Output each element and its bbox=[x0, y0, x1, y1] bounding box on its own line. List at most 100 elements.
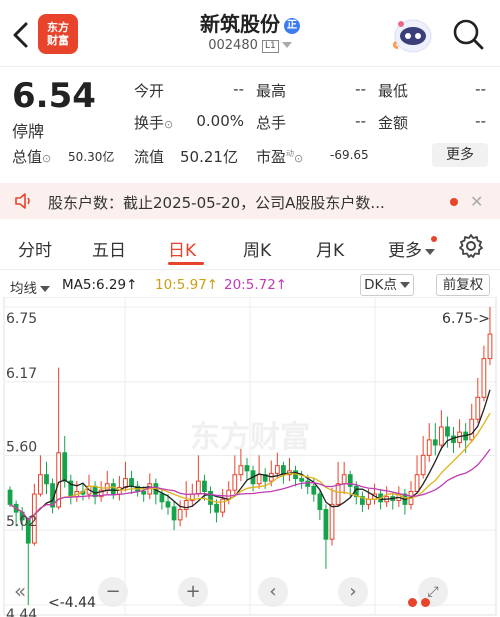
total-cap-label: 总值⊙ bbox=[12, 148, 52, 166]
candle-body bbox=[299, 478, 305, 482]
official-badge: 正 bbox=[284, 18, 300, 34]
candle-body bbox=[311, 485, 317, 495]
candle-body bbox=[341, 474, 347, 485]
tab-weekly-k[interactable]: 周K bbox=[243, 236, 271, 261]
candle-body bbox=[366, 498, 371, 505]
candle-body bbox=[238, 465, 244, 476]
low-value: -- bbox=[475, 80, 486, 98]
candle-body bbox=[195, 480, 201, 495]
candle-body bbox=[110, 483, 116, 495]
more-button[interactable]: 更多 bbox=[432, 143, 488, 167]
candle-body bbox=[177, 509, 183, 521]
candle-body bbox=[335, 483, 341, 505]
pe-label: 市盈动⊙ bbox=[256, 148, 304, 166]
candle-body bbox=[226, 489, 232, 500]
candle-body bbox=[171, 506, 177, 521]
candle-body bbox=[432, 439, 438, 446]
indicator-dot bbox=[408, 598, 417, 607]
ma5-value: MA5:6.29↑ bbox=[62, 277, 138, 293]
y-axis-label: 6.17 bbox=[6, 366, 37, 382]
amount-value: -- bbox=[475, 112, 486, 130]
divider bbox=[0, 269, 500, 270]
ma10-value: 10:5.97↑ bbox=[155, 277, 219, 293]
dropdown-icon bbox=[281, 42, 292, 48]
adjust-button[interactable]: 前复权 bbox=[436, 274, 490, 296]
current-price: 6.54 bbox=[12, 76, 96, 116]
stock-title: 新筑股份正 bbox=[150, 8, 350, 37]
rewind-icon[interactable]: « bbox=[14, 579, 26, 603]
candle-body bbox=[420, 454, 426, 476]
candle-body bbox=[208, 490, 213, 505]
back-arrow-icon[interactable] bbox=[6, 18, 36, 52]
search-icon[interactable] bbox=[450, 16, 486, 52]
trading-status: 停牌 bbox=[12, 122, 45, 141]
stock-name: 新筑股份 bbox=[200, 12, 280, 36]
close-icon[interactable]: ✕ bbox=[470, 192, 483, 211]
candle-body bbox=[129, 478, 134, 487]
unread-dot bbox=[450, 198, 458, 206]
tab-daily-k[interactable]: 日K bbox=[168, 236, 196, 261]
zoom-in-button[interactable]: + bbox=[178, 577, 208, 607]
candle-body bbox=[305, 480, 311, 487]
open-label: 今开 bbox=[134, 82, 165, 100]
speaker-icon bbox=[15, 193, 30, 209]
candle-body bbox=[214, 503, 219, 513]
tab-intraday[interactable]: 分时 bbox=[18, 236, 52, 261]
app-logo[interactable]: 东方 财富 bbox=[38, 14, 78, 54]
active-tab-indicator bbox=[168, 262, 204, 265]
stock-code-line[interactable]: 002480 L1 bbox=[150, 38, 350, 53]
candle-body bbox=[165, 501, 171, 508]
indicator-dot bbox=[421, 598, 430, 607]
level-badge: L1 bbox=[262, 40, 279, 53]
high-value: -- bbox=[355, 80, 366, 98]
candle-body bbox=[475, 396, 481, 420]
zoom-out-button[interactable]: − bbox=[98, 577, 128, 607]
candle-body bbox=[487, 333, 493, 360]
y-axis-label: 5.02 bbox=[6, 514, 37, 530]
candle-body bbox=[44, 474, 49, 485]
candle-body bbox=[323, 509, 329, 540]
y-axis-label: 5.60 bbox=[6, 439, 37, 455]
watermark: 东方财富 bbox=[190, 420, 310, 455]
low-label: 最低 bbox=[378, 82, 409, 100]
candle-body bbox=[232, 474, 238, 491]
scroll-right-button[interactable]: › bbox=[338, 577, 368, 607]
ai-assistant-icon[interactable] bbox=[390, 12, 436, 58]
candle-body bbox=[7, 489, 13, 505]
tab-more[interactable]: 更多 bbox=[388, 236, 435, 261]
ma20-value: 20:5.72↑ bbox=[224, 277, 288, 293]
candle-body bbox=[414, 474, 420, 492]
open-value: -- bbox=[233, 80, 244, 98]
logo-line1: 东方 bbox=[47, 21, 69, 34]
candle-body bbox=[141, 490, 147, 495]
candle-body bbox=[202, 480, 207, 492]
kline-chart[interactable]: 东方财富 6.75 6.17 5.60 5.02 4.44 6.75-> <-4.44 bbox=[0, 297, 500, 617]
y-axis-label: 6.75 bbox=[6, 311, 37, 327]
high-label: 最高 bbox=[256, 82, 287, 100]
y-axis-label: 4.44 bbox=[6, 607, 37, 617]
notice-text: 股东户数：截止2025-05-20，公司A股股东户数... bbox=[48, 194, 385, 212]
float-cap-label: 流值 bbox=[134, 148, 165, 166]
divider bbox=[0, 66, 500, 67]
dk-point-button[interactable]: DK点 bbox=[360, 274, 414, 296]
scroll-left-button[interactable]: ‹ bbox=[258, 577, 288, 607]
tab-monthly-k[interactable]: 月K bbox=[316, 236, 344, 261]
candle-body bbox=[445, 426, 450, 437]
gear-icon[interactable] bbox=[458, 233, 484, 259]
candle-body bbox=[274, 465, 280, 474]
candle-body bbox=[438, 426, 444, 446]
candle-body bbox=[426, 439, 432, 456]
candle-body bbox=[317, 493, 323, 511]
tab-more-dot bbox=[431, 236, 437, 242]
candle-body bbox=[38, 474, 43, 495]
ma-selector[interactable]: 均线 bbox=[10, 277, 50, 297]
tab-five-day[interactable]: 五日 bbox=[92, 236, 126, 261]
candle-body bbox=[62, 452, 68, 482]
turnover-value: 0.00% bbox=[196, 112, 244, 130]
volume-value: -- bbox=[355, 112, 366, 130]
pe-value: -69.65 bbox=[330, 148, 369, 162]
candle-body bbox=[481, 358, 487, 398]
candle-body bbox=[92, 485, 98, 498]
max-price-label: 6.75-> bbox=[442, 311, 490, 327]
min-price-label: <-4.44 bbox=[48, 595, 96, 611]
